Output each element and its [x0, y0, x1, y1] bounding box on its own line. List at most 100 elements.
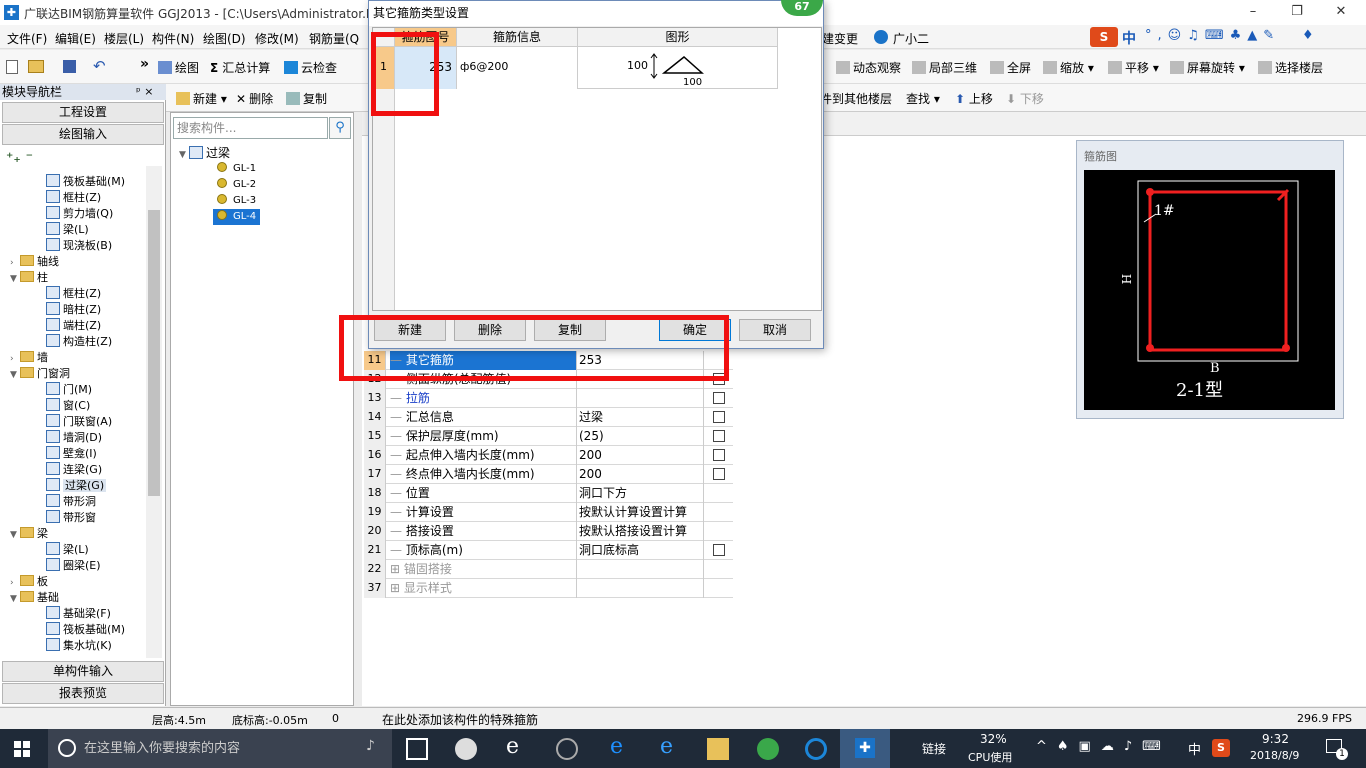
draw-input-button[interactable]: 绘图输入	[2, 124, 164, 145]
nav-tree-item[interactable]: 现浇板(B)	[46, 238, 112, 254]
nav-tree-item[interactable]: ▼ 基础	[10, 590, 59, 606]
project-settings-button[interactable]: 工程设置	[2, 102, 164, 123]
nav-tree-item[interactable]: 端柱(Z)	[46, 318, 101, 334]
property-row[interactable]: 21— 顶标高(m) 洞口底标高	[364, 541, 733, 560]
nav-tree-item[interactable]: ▼ 梁	[10, 526, 48, 542]
undo-icon[interactable]: ↶	[93, 57, 106, 75]
property-value[interactable]	[576, 560, 703, 579]
nav-tree-item[interactable]: 带形洞	[46, 494, 96, 510]
expand-all-icon[interactable]: ⁺₊ ⁻	[6, 150, 33, 166]
dialog-cancel-button[interactable]: 取消	[739, 319, 811, 341]
select-floor-button[interactable]: 选择楼层	[1258, 59, 1323, 76]
component-item-selected[interactable]: GL-4	[213, 209, 261, 225]
open-folder-icon[interactable]	[28, 60, 44, 73]
input-lang[interactable]: 中	[1188, 739, 1201, 758]
property-row[interactable]: 17— 终点伸入墙内长度(mm) 200	[364, 465, 733, 484]
nav-tree-item[interactable]: 筏板基础(M)	[46, 622, 125, 638]
property-value[interactable]: 过梁	[576, 408, 703, 427]
taskbar-link[interactable]: 链接	[922, 740, 946, 757]
nav-pin-close[interactable]: ᵖ ×	[136, 85, 153, 98]
report-preview-button[interactable]: 报表预览	[2, 683, 164, 704]
property-row[interactable]: 15— 保护层厚度(mm) (25)	[364, 427, 733, 446]
nav-tree-item[interactable]: 连梁(G)	[46, 462, 102, 478]
col-shape[interactable]: 图形	[578, 28, 778, 47]
component-item[interactable]: GL-1	[217, 161, 256, 177]
ime-lang[interactable]: 中	[1122, 28, 1136, 48]
property-row[interactable]: 14— 汇总信息 过梁	[364, 408, 733, 427]
new-file-icon[interactable]	[6, 60, 18, 74]
property-checkbox[interactable]	[713, 468, 725, 480]
chevron-right-icon[interactable]: ›	[10, 575, 20, 591]
cloud-check-button[interactable]: 云检查	[284, 59, 337, 76]
local-3d-button[interactable]: 局部三维	[912, 59, 977, 76]
windows-start-icon[interactable]	[14, 741, 30, 757]
ime-toolbar-icons[interactable]: °,☺♫⌨♣▲✎	[1145, 28, 1315, 46]
menu-edit[interactable]: 编辑(E)	[55, 30, 96, 47]
clock-time[interactable]: 9:32	[1262, 732, 1289, 746]
delete-component-button[interactable]: ✕ 删除	[236, 90, 273, 107]
property-value[interactable]: 洞口底标高	[576, 541, 703, 560]
property-checkbox[interactable]	[713, 430, 725, 442]
property-row[interactable]: 22 ⊞ 锚固搭接	[364, 560, 733, 579]
component-root[interactable]: ▼ 过梁	[179, 145, 230, 161]
tray-icons[interactable]: ^♠▣☁♪⌨	[1036, 739, 1171, 754]
ggj-app-icon[interactable]: ✚	[855, 738, 875, 758]
chevron-down-icon[interactable]: ▼	[10, 271, 20, 287]
property-row[interactable]: 13— 拉筋	[364, 389, 733, 408]
nav-tree-item[interactable]: 壁龛(I)	[46, 446, 97, 462]
component-search-input[interactable]: 搜索构件...	[173, 117, 328, 139]
property-value[interactable]: (25)	[576, 427, 703, 446]
property-row[interactable]: 37 ⊞ 显示样式	[364, 579, 733, 598]
nav-tree-item[interactable]: 带形窗	[46, 510, 96, 526]
pan-button[interactable]: 平移 ▾	[1108, 59, 1159, 76]
dynamic-view-button[interactable]: 动态观察	[836, 59, 901, 76]
property-value[interactable]: 洞口下方	[576, 484, 703, 503]
property-row[interactable]: 20— 搭接设置 按默认搭接设置计算	[364, 522, 733, 541]
move-up-button[interactable]: ⬆ 上移	[955, 90, 993, 107]
stirrup-info-cell[interactable]: ф6@200	[457, 47, 578, 89]
nav-tree-item[interactable]: ▼ 柱	[10, 270, 48, 286]
col-info[interactable]: 箍筋信息	[457, 28, 578, 47]
property-checkbox[interactable]	[713, 392, 725, 404]
clock-date[interactable]: 2018/8/9	[1250, 749, 1299, 762]
property-value[interactable]: 200	[576, 465, 703, 484]
draw-button[interactable]: 绘图	[158, 59, 199, 76]
nav-tree-item[interactable]: › 墙	[10, 350, 48, 366]
nav-tree-item[interactable]: 过梁(G)	[46, 478, 107, 494]
task-view-icon[interactable]	[406, 738, 428, 760]
move-down-button[interactable]: ⬇ 下移	[1006, 90, 1044, 107]
nav-tree-item[interactable]: 门(M)	[46, 382, 92, 398]
menu-rebar[interactable]: 钢筋量(Q	[309, 30, 359, 47]
minimize-button[interactable]: –	[1230, 0, 1276, 25]
property-value[interactable]	[576, 579, 703, 598]
browser-icon[interactable]	[757, 738, 779, 760]
copy-component-button[interactable]: 复制	[286, 90, 327, 107]
menu-draw[interactable]: 绘图(D)	[203, 30, 246, 47]
property-row[interactable]: 19— 计算设置 按默认计算设置计算	[364, 503, 733, 522]
component-item[interactable]: GL-3	[217, 193, 256, 209]
glodon-icon[interactable]	[805, 738, 827, 760]
copy-to-floor-button[interactable]: 件到其他楼层	[820, 90, 892, 107]
nav-tree-item[interactable]: 筏板基础(M)	[46, 174, 125, 190]
expand-icon[interactable]: ⊞	[390, 581, 404, 595]
menu-assistant[interactable]: 广小二	[893, 30, 929, 47]
bell-icon[interactable]: ♦	[1302, 28, 1314, 43]
new-component-button[interactable]: 新建 ▾	[176, 90, 227, 107]
menu-change[interactable]: 建变更	[822, 30, 858, 47]
sogou-tray-icon[interactable]: S	[1212, 739, 1230, 757]
menu-modify[interactable]: 修改(M)	[255, 30, 299, 47]
property-value[interactable]: 按默认搭接设置计算	[576, 522, 703, 541]
component-item[interactable]: GL-2	[217, 177, 256, 193]
property-value[interactable]	[576, 389, 703, 408]
nav-tree-item[interactable]: › 板	[10, 574, 48, 590]
nav-tree-item[interactable]: › 轴线	[10, 254, 59, 270]
search-icon[interactable]: ⚲	[329, 117, 351, 139]
menu-file[interactable]: 文件(F)	[7, 30, 47, 47]
chat-icon[interactable]	[556, 738, 578, 760]
nav-scroll-thumb[interactable]	[148, 210, 160, 496]
nav-tree-item[interactable]: 梁(L)	[46, 222, 89, 238]
more-icon[interactable]: »	[140, 56, 149, 72]
chevron-right-icon[interactable]: ›	[10, 255, 20, 271]
property-row[interactable]: 18— 位置 洞口下方	[364, 484, 733, 503]
nav-tree-item[interactable]: 构造柱(Z)	[46, 334, 112, 350]
